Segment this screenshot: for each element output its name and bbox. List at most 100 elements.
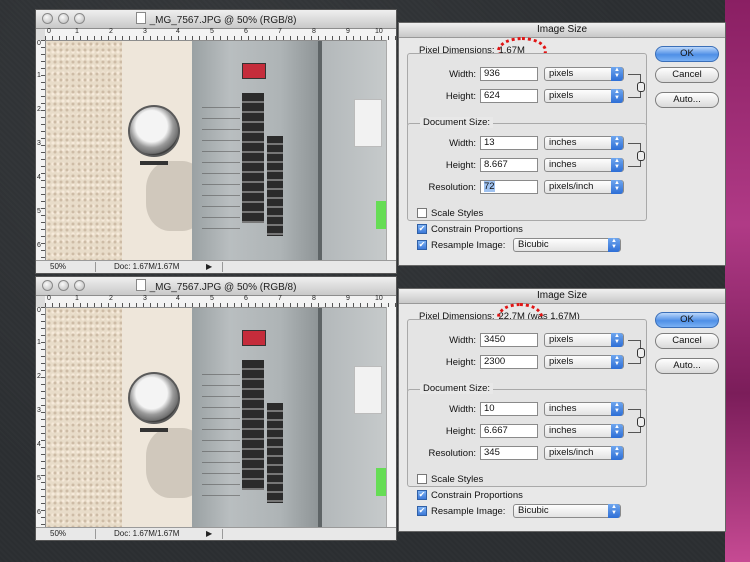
link-chain-icon (628, 409, 645, 433)
pixel-width-unit-select[interactable]: pixels ▲ ▼ (544, 67, 624, 81)
constrain-proportions-label: Constrain Proportions (431, 224, 523, 235)
checkmark-icon[interactable]: ✔ (417, 490, 427, 500)
document-window-bottom[interactable]: _MG_7567.JPG @ 50% (RGB/8) 0 1 2 3 4 5 6 7 8 9 10 … (35, 276, 397, 541)
window-title: _MG_7567.JPG @ 50% (RGB/8) (149, 282, 297, 293)
link-chain-icon (628, 143, 645, 167)
pixel-height-field[interactable]: 624 (480, 89, 538, 103)
resample-method: Bicubic (518, 239, 549, 250)
resolution-value: 72 (484, 181, 495, 192)
doc-height-label: Height: (445, 160, 476, 171)
chain-link-icon (637, 82, 645, 92)
link-chain-icon (628, 340, 645, 364)
resample-method-select[interactable]: Bicubic ▲ ▼ (513, 238, 621, 252)
doc-width-field[interactable]: 10 (480, 402, 538, 416)
select-arrows-icon: ▲ ▼ (611, 355, 623, 369)
breaker-column-2 (267, 136, 283, 236)
resample-image-label: Resample Image: (431, 240, 506, 251)
dialog-title: Image Size (399, 289, 725, 304)
checkmark-icon[interactable]: ✔ (417, 224, 427, 234)
cancel-button[interactable]: Cancel (655, 333, 719, 349)
doc-width-unit-select[interactable]: inches ▲ ▼ (544, 136, 624, 150)
resolution-field[interactable]: 345 (480, 446, 538, 460)
paper-note (354, 99, 382, 147)
checkmark-icon[interactable]: ✔ (417, 240, 427, 250)
document-size-group: Document Size: Width: 10 inches ▲ ▼ Height… (407, 383, 648, 487)
checkbox-box[interactable] (417, 474, 427, 484)
status-menu-arrow[interactable]: ▶ (206, 262, 212, 271)
image-size-dialog-bottom[interactable]: Image Size Pixel Dimensions: 22.7M (was 1… (398, 288, 726, 532)
doc-height-row: Height: 6.667 inches ▲ ▼ (408, 424, 648, 440)
vertical-scrollbar[interactable] (386, 40, 396, 260)
pixel-width-label: Width: (449, 69, 476, 80)
pixel-height-row: Height: 624 pixels ▲ ▼ (408, 89, 648, 105)
pixel-height-field[interactable]: 2300 (480, 355, 538, 369)
meter-base (140, 428, 168, 432)
resample-method-select[interactable]: Bicubic ▲ ▼ (513, 504, 621, 518)
ok-button[interactable]: OK (655, 46, 719, 62)
breaker-column (242, 360, 264, 490)
window-titlebar[interactable]: _MG_7567.JPG @ 50% (RGB/8) (36, 10, 396, 29)
doc-height-unit-select[interactable]: inches ▲ ▼ (544, 424, 624, 438)
cancel-button[interactable]: Cancel (655, 67, 719, 83)
pixel-height-label: Height: (445, 357, 476, 368)
electric-meter (128, 105, 180, 157)
select-arrows-icon: ▲ ▼ (611, 67, 623, 81)
auto-button[interactable]: Auto... (655, 358, 719, 374)
photo-canvas[interactable] (46, 308, 386, 527)
status-menu-arrow[interactable]: ▶ (206, 529, 212, 538)
zoom-level[interactable]: 50% (40, 262, 96, 272)
doc-width-row: Width: 10 inches ▲ ▼ (408, 402, 648, 418)
vertical-scrollbar[interactable] (386, 307, 396, 527)
chain-link-icon (637, 417, 645, 427)
doc-width-field[interactable]: 13 (480, 136, 538, 150)
window-titlebar[interactable]: _MG_7567.JPG @ 50% (RGB/8) (36, 277, 396, 296)
red-label (242, 63, 266, 79)
document-window-top[interactable]: _MG_7567.JPG @ 50% (RGB/8) 0 1 2 3 4 5 6 7 8 9 10 … (35, 9, 397, 274)
pixel-width-unit: pixels (549, 334, 574, 345)
pixel-width-field[interactable]: 3450 (480, 333, 538, 347)
horizontal-ruler[interactable]: 0 1 2 3 4 5 6 7 8 9 10 (45, 28, 396, 41)
document-icon (135, 279, 146, 291)
resolution-label: Resolution: (428, 182, 476, 193)
horizontal-ruler[interactable]: 0 1 2 3 4 5 6 7 8 9 10 (45, 295, 396, 308)
doc-height-field[interactable]: 6.667 (480, 424, 538, 438)
breaker-column (242, 93, 264, 223)
resolution-unit: pixels/inch (549, 447, 594, 458)
pixel-width-row: Width: 3450 pixels ▲ ▼ (408, 333, 648, 349)
pixel-dimensions-group: Width: 3450 pixels ▲ ▼ Height: 2300 pixels… (407, 319, 647, 393)
chain-link-icon (637, 348, 645, 358)
doc-height-unit-select[interactable]: inches ▲ ▼ (544, 158, 624, 172)
resample-method: Bicubic (518, 505, 549, 516)
resolution-unit-select[interactable]: pixels/inch ▲ ▼ (544, 446, 624, 460)
pixel-dimensions-group: Width: 936 pixels ▲ ▼ Height: 624 pixels ▲ ▼ (407, 53, 647, 127)
doc-height-label: Height: (445, 426, 476, 437)
stucco-wall (46, 41, 122, 260)
doc-width-unit-select[interactable]: inches ▲ ▼ (544, 402, 624, 416)
electric-meter (128, 372, 180, 424)
pixel-height-unit: pixels (549, 356, 574, 367)
auto-button[interactable]: Auto... (655, 92, 719, 108)
checkbox-box[interactable] (417, 208, 427, 218)
document-size-group: Document Size: Width: 13 inches ▲ ▼ Height… (407, 117, 647, 221)
zoom-level[interactable]: 50% (40, 529, 96, 539)
select-arrows-icon: ▲ ▼ (611, 333, 623, 347)
pixel-height-unit: pixels (549, 90, 574, 101)
pixel-height-unit-select[interactable]: pixels ▲ ▼ (544, 89, 624, 103)
image-size-dialog-top[interactable]: Image Size Pixel Dimensions: 1.67M Width:… (398, 22, 726, 266)
pixel-width-field[interactable]: 936 (480, 67, 538, 81)
resolution-unit-select[interactable]: pixels/inch ▲ ▼ (544, 180, 624, 194)
scale-styles-label: Scale Styles (431, 208, 484, 219)
ok-button[interactable]: OK (655, 312, 719, 328)
vertical-ruler[interactable]: 0123456 (36, 40, 46, 260)
photo-canvas[interactable] (46, 41, 386, 260)
green-tag (376, 201, 386, 229)
checkmark-icon[interactable]: ✔ (417, 506, 427, 516)
pixel-width-unit-select[interactable]: pixels ▲ ▼ (544, 333, 624, 347)
doc-height-field[interactable]: 8.667 (480, 158, 538, 172)
dialog-title: Image Size (399, 23, 725, 38)
resolution-field[interactable]: 72 (480, 180, 538, 194)
select-arrows-icon: ▲ ▼ (611, 180, 623, 194)
resolution-row: Resolution: 345 pixels/inch ▲ ▼ (408, 446, 648, 462)
pixel-height-unit-select[interactable]: pixels ▲ ▼ (544, 355, 624, 369)
vertical-ruler[interactable]: 0123456 (36, 307, 46, 527)
